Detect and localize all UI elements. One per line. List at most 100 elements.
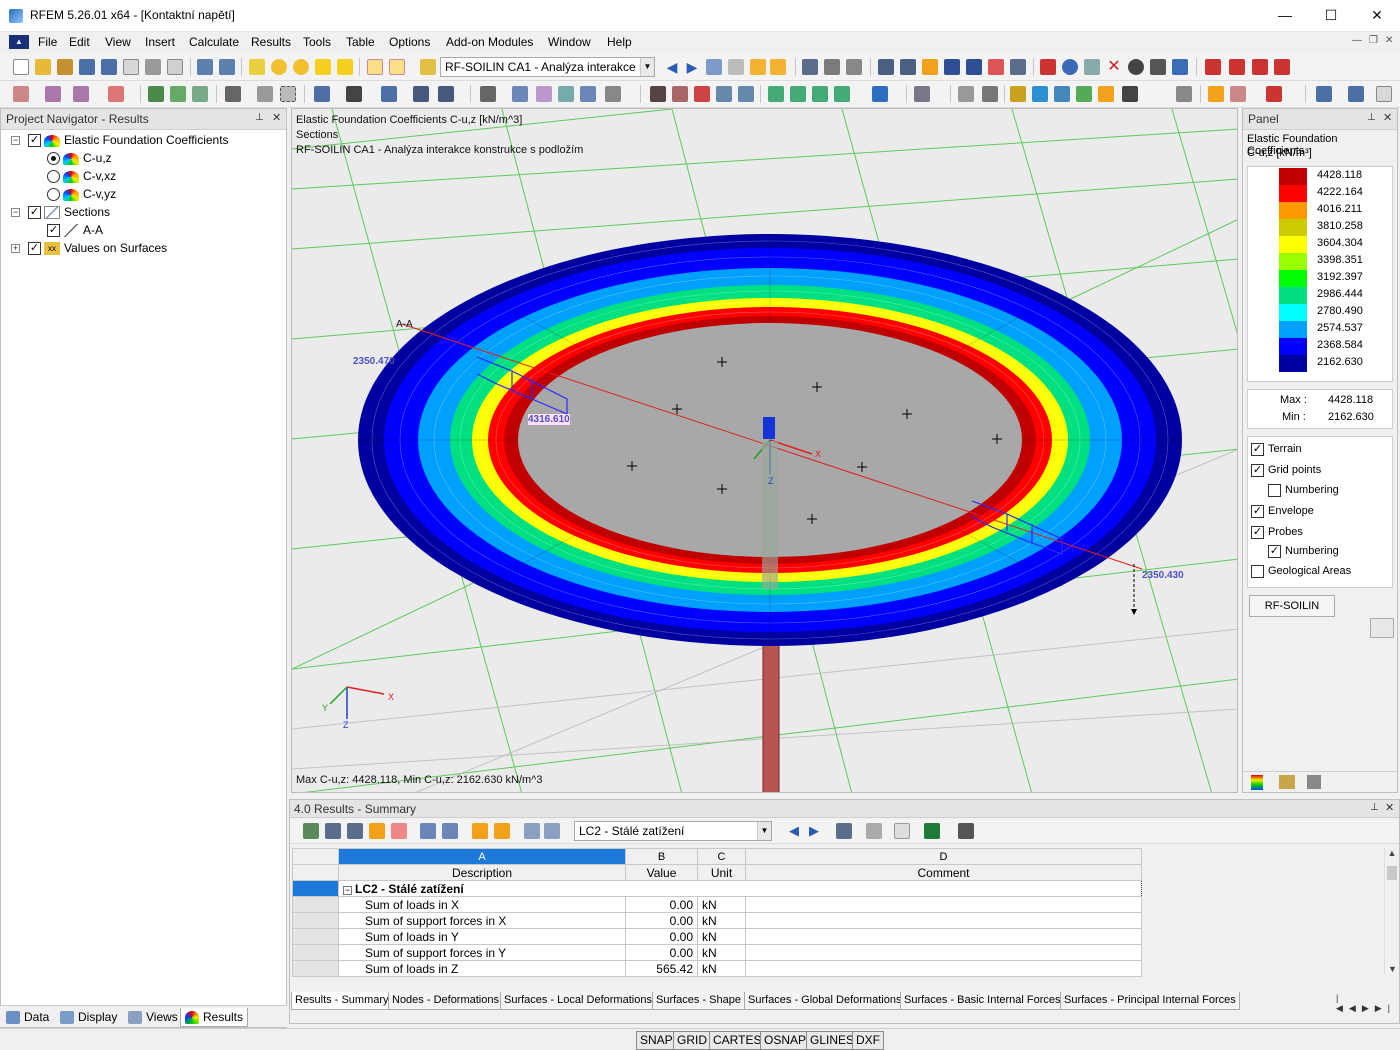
panel-zoom-button[interactable]	[1370, 618, 1394, 638]
maximize-view-icon[interactable]	[1376, 86, 1392, 102]
view-3-icon[interactable]	[922, 59, 938, 75]
checkbox-geological-areas[interactable]	[1251, 564, 1264, 578]
window-icon[interactable]	[337, 59, 353, 75]
results-tool-11-icon[interactable]	[544, 823, 560, 839]
collapse-group-icon[interactable]: −	[343, 885, 352, 895]
sheet-tab-basic-internal-forces[interactable]: Surfaces - Basic Internal Forces	[900, 992, 1065, 1010]
render-4-icon[interactable]	[716, 86, 732, 102]
panel-pin-icon[interactable]: ⊥	[1367, 112, 1376, 123]
results-pin-icon[interactable]: ⊥	[1370, 802, 1379, 813]
checkbox-envelope[interactable]: ✓	[1251, 504, 1264, 518]
close-button[interactable]: ✕	[1354, 0, 1400, 31]
view-6-icon[interactable]	[988, 59, 1004, 75]
tree-item-cvyz[interactable]: C-v,yz	[83, 185, 116, 203]
view-side-icon[interactable]	[438, 86, 454, 102]
model-3-icon[interactable]	[192, 86, 208, 102]
option-terrain[interactable]: ✓ Terrain	[1251, 442, 1302, 456]
select-icon[interactable]	[315, 59, 331, 75]
extreme-values-icon[interactable]	[770, 59, 786, 75]
filter-icon[interactable]	[914, 86, 930, 102]
model-2-icon[interactable]	[170, 86, 186, 102]
tool-5-icon[interactable]	[1150, 59, 1166, 75]
model-icon[interactable]	[148, 86, 164, 102]
option-geological-areas[interactable]: Geological Areas	[1251, 564, 1351, 578]
print-preview-icon[interactable]	[123, 59, 139, 75]
tool-2-icon[interactable]	[1062, 59, 1078, 75]
expand-sections-icon[interactable]: −	[11, 208, 20, 217]
results-loadcase-combo[interactable]: LC2 - Stálé zatížení ▼	[574, 821, 772, 841]
print-icon[interactable]	[145, 59, 161, 75]
menu-view[interactable]: View	[105, 35, 131, 49]
row-selector[interactable]	[292, 896, 339, 913]
tree-item-values[interactable]: Values on Surfaces	[64, 239, 167, 257]
row-selector[interactable]	[292, 944, 339, 961]
tree-item-sections[interactable]: Sections	[64, 203, 110, 221]
results-tool-1-icon[interactable]	[303, 823, 319, 839]
view-2-icon[interactable]	[900, 59, 916, 75]
deformation-icon[interactable]	[802, 59, 818, 75]
pin-icon[interactable]: ⊥	[255, 112, 264, 123]
render-3-icon[interactable]	[694, 86, 710, 102]
save-icon[interactable]	[101, 59, 117, 75]
loadcase-combo[interactable]: RF-SOILIN CA1 - Analýza interakce kon ▼	[440, 57, 655, 77]
previous-case-icon[interactable]: ◀	[664, 59, 680, 75]
zoom-icon[interactable]	[293, 59, 309, 75]
column-letter-c[interactable]: C	[697, 848, 746, 865]
model-viewport[interactable]: Elastic Foundation Coefficients C-u,z [k…	[291, 108, 1238, 793]
table2-icon[interactable]	[389, 59, 405, 75]
results-tool-8-icon[interactable]	[472, 823, 488, 839]
shading-2-icon[interactable]	[1032, 86, 1048, 102]
rf-soilin-button[interactable]: RF-SOILIN	[1249, 595, 1335, 617]
tool-3-icon[interactable]	[1084, 59, 1100, 75]
display-6-icon[interactable]	[605, 86, 621, 102]
sheet-tab-nodes-deformations[interactable]: Nodes - Deformations	[388, 992, 503, 1010]
grid-icon[interactable]	[958, 86, 974, 102]
checkbox-terrain[interactable]: ✓	[1251, 442, 1264, 456]
lines-icon[interactable]	[846, 59, 862, 75]
menu-insert[interactable]: Insert	[145, 35, 175, 49]
checkbox-efc[interactable]: ✓	[28, 134, 41, 147]
table-icon[interactable]	[367, 59, 383, 75]
status-glines[interactable]: GLINES	[806, 1031, 859, 1050]
scroll-thumb[interactable]	[1387, 866, 1397, 880]
export-1-icon[interactable]	[1205, 59, 1221, 75]
select-area-icon[interactable]	[280, 86, 296, 102]
tree-item-cvxz[interactable]: C-v,xz	[83, 167, 116, 185]
panel-close-icon[interactable]: ✕	[1383, 111, 1392, 124]
group-label-cell[interactable]: − LC2 - Stálé zatížení	[338, 880, 1142, 897]
display-2-icon[interactable]	[512, 86, 528, 102]
results-tool-6-icon[interactable]	[420, 823, 436, 839]
row-selector[interactable]	[292, 912, 339, 929]
results-tool-4-icon[interactable]	[369, 823, 385, 839]
table-row[interactable]: Sum of support forces in Y 0.00 kN	[292, 944, 1142, 961]
colors-icon[interactable]	[1230, 86, 1246, 102]
view-box-icon[interactable]	[346, 86, 362, 102]
sheet-tab-results-summary[interactable]: Results - Summary	[291, 992, 393, 1010]
maximize-button[interactable]: ☐	[1308, 0, 1354, 31]
group-row[interactable]: − LC2 - Stálé zatížení	[292, 880, 1142, 897]
mdi-close-icon[interactable]: ✕	[1385, 35, 1393, 46]
menu-edit[interactable]: Edit	[69, 35, 90, 49]
window-layout-icon[interactable]	[1316, 86, 1332, 102]
tree-item-cuz[interactable]: C-u,z	[83, 149, 112, 167]
status-snap[interactable]: SNAP	[636, 1031, 677, 1050]
snap-icon[interactable]	[982, 86, 998, 102]
results-tool-3-icon[interactable]	[347, 823, 363, 839]
export-3-icon[interactable]	[1252, 59, 1268, 75]
shading-7-icon[interactable]	[1176, 86, 1192, 102]
tree-item-efc[interactable]: Elastic Foundation Coefficients	[64, 131, 229, 149]
results-vertical-scrollbar[interactable]: ▲ ▼	[1384, 848, 1399, 974]
checkbox-aa[interactable]: ✓	[47, 224, 60, 237]
display-4-icon[interactable]	[558, 86, 574, 102]
table-row[interactable]: Sum of loads in Z 565.42 kN	[292, 960, 1142, 977]
menu-tools[interactable]: Tools	[303, 35, 331, 49]
color-scale-tab-icon[interactable]	[1251, 775, 1263, 790]
show-results-icon[interactable]	[706, 59, 722, 75]
checkbox-probes[interactable]: ✓	[1251, 525, 1264, 539]
factors-tab-icon[interactable]	[1279, 775, 1295, 789]
redo-icon[interactable]	[219, 59, 235, 75]
open-project-icon[interactable]	[57, 59, 73, 75]
tool-4-icon[interactable]	[1128, 59, 1144, 75]
load-2-icon[interactable]	[257, 86, 273, 102]
tool-6-icon[interactable]	[1172, 59, 1188, 75]
